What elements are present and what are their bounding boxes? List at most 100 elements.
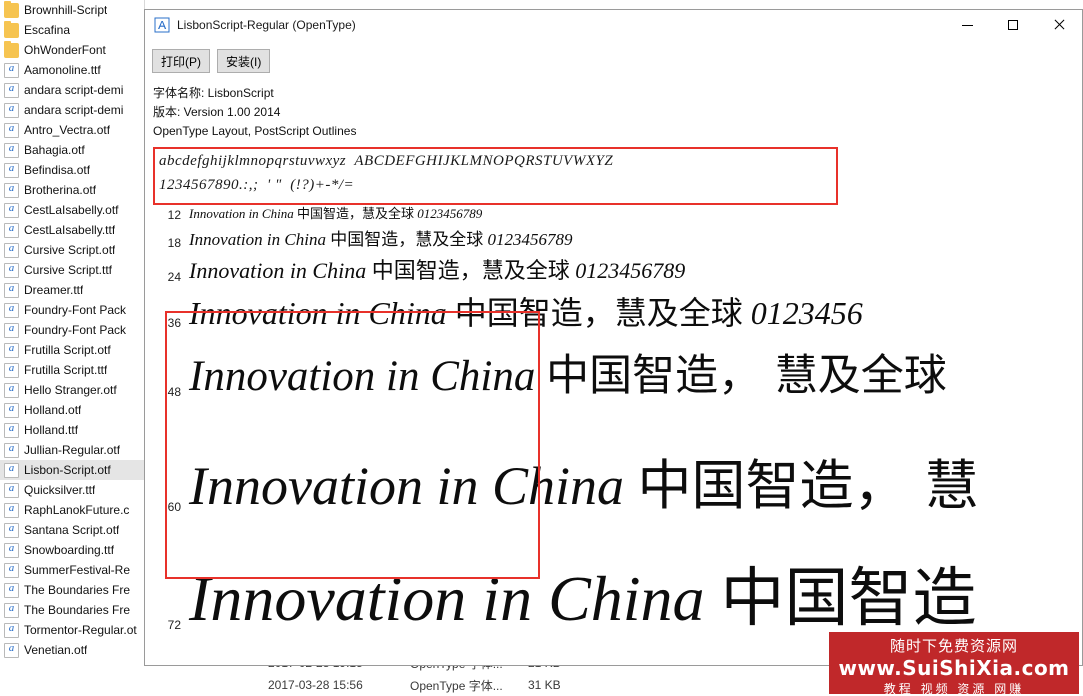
file-list-item[interactable]: The Boundaries Fre <box>0 580 144 600</box>
file-list-item[interactable]: Frutilla Script.otf <box>0 340 144 360</box>
font-sample-digits: 0123456789 <box>575 258 685 283</box>
font-sample-row: 18Innovation in China 中国智造，慧及全球 01234567… <box>145 231 572 249</box>
charset-line-2: 1234567890.:,; ' " (!?)+-*/= <box>159 173 831 198</box>
font-sample-latin: Innovation in China <box>189 206 294 221</box>
file-list-item[interactable]: Aamonoline.ttf <box>0 60 144 80</box>
file-list-item[interactable]: andara script-demi <box>0 100 144 120</box>
file-list-item[interactable]: Bahagia.otf <box>0 140 144 160</box>
watermark-line-1: 随时下免费资源网 <box>829 632 1079 656</box>
font-sample-cjk: 中国智造 <box>721 562 977 636</box>
font-preview-icon <box>154 17 170 33</box>
font-file-icon <box>4 563 19 578</box>
file-list-item-label: Hello Stranger.otf <box>24 383 117 397</box>
file-list-item[interactable]: Brownhill-Script <box>0 0 144 20</box>
charset-line-1: abcdefghijklmnopqrstuvwxyz ABCDEFGHIJKLM… <box>159 149 831 174</box>
maximize-icon[interactable] <box>990 10 1036 40</box>
file-list-item[interactable]: Foundry-Font Pack <box>0 300 144 320</box>
window-controls[interactable] <box>944 10 1082 40</box>
font-sample-latin: Innovation in China <box>189 456 624 516</box>
font-file-icon <box>4 143 19 158</box>
file-list-item-label: CestLaIsabelly.ttf <box>24 223 115 237</box>
font-file-icon <box>4 123 19 138</box>
font-sample-row: 48Innovation in China 中国智造， 慧及全球 <box>145 355 947 398</box>
file-list-item[interactable]: Frutilla Script.ttf <box>0 360 144 380</box>
font-sample-digits: 0123456789 <box>487 230 572 249</box>
font-sample-cjk: 中国智造， 慧及全球 <box>546 351 947 401</box>
file-list-item[interactable]: CestLaIsabelly.ttf <box>0 220 144 240</box>
font-preview-window[interactable]: LisbonScript-Regular (OpenType) 打印(P) 安装… <box>144 9 1083 666</box>
file-list-item-label: Foundry-Font Pack <box>24 303 126 317</box>
file-list-item[interactable]: Escafina <box>0 20 144 40</box>
file-list-item-label: Brotherina.otf <box>24 183 96 197</box>
folder-icon <box>4 43 19 58</box>
window-title: LisbonScript-Regular (OpenType) <box>177 18 356 32</box>
window-title-bar[interactable]: LisbonScript-Regular (OpenType) <box>145 10 1082 41</box>
file-list-item[interactable]: Holland.otf <box>0 400 144 420</box>
file-list-item-label: Jullian-Regular.otf <box>24 443 120 457</box>
font-sample-latin: Innovation in China <box>189 563 705 634</box>
file-list-item[interactable]: Jullian-Regular.otf <box>0 440 144 460</box>
print-button[interactable]: 打印(P) <box>152 49 210 73</box>
font-sample-size-label: 18 <box>145 237 189 249</box>
font-sample-text: Innovation in China 中国智造 <box>189 567 977 631</box>
font-file-icon <box>4 603 19 618</box>
file-list-item[interactable]: Dreamer.ttf <box>0 280 144 300</box>
file-list-item[interactable]: Santana Script.otf <box>0 520 144 540</box>
file-list-item[interactable]: The Boundaries Fre <box>0 600 144 620</box>
folder-icon <box>4 23 19 38</box>
file-list-pane[interactable]: Brownhill-ScriptEscafinaOhWonderFont Aamo… <box>0 0 145 696</box>
font-sample-row: 36Innovation in China 中国智造，慧及全球 0123456 <box>145 297 863 329</box>
install-button[interactable]: 安装(I) <box>217 49 270 73</box>
file-list-item[interactable]: Quicksilver.ttf <box>0 480 144 500</box>
file-list-item[interactable]: Befindisa.otf <box>0 160 144 180</box>
font-sample-text: Innovation in China 中国智造，慧及全球 0123456 <box>189 297 863 329</box>
file-list-item[interactable]: Hello Stranger.otf <box>0 380 144 400</box>
file-list-item[interactable]: Foundry-Font Pack <box>0 320 144 340</box>
file-list-item-label: Antro_Vectra.otf <box>24 123 110 137</box>
font-sample-text: Innovation in China 中国智造， 慧 <box>189 459 979 513</box>
font-file-icon <box>4 463 19 478</box>
font-sample-size-label: 24 <box>145 271 189 283</box>
close-icon[interactable] <box>1036 10 1082 40</box>
font-sample-latin: Innovation in China <box>189 258 366 283</box>
font-sample-latin: Innovation in China <box>189 353 535 400</box>
file-list-item-label: andara script-demi <box>24 103 123 117</box>
file-list-item[interactable]: Holland.ttf <box>0 420 144 440</box>
font-sample-size-label: 12 <box>145 209 189 221</box>
file-list-item-label: Befindisa.otf <box>24 163 90 177</box>
file-list-item[interactable]: OhWonderFont <box>0 40 144 60</box>
file-list-item[interactable]: Cursive Script.ttf <box>0 260 144 280</box>
font-file-icon <box>4 363 19 378</box>
file-list-item[interactable]: Snowboarding.ttf <box>0 540 144 560</box>
file-list-item[interactable]: Lisbon-Script.otf <box>0 460 144 480</box>
file-list-item-label: Aamonoline.ttf <box>24 63 101 77</box>
file-list-item-label: Lisbon-Script.otf <box>24 463 111 477</box>
file-list-item-label: Cursive Script.ttf <box>24 263 112 277</box>
font-version-line: 版本: Version 1.00 2014 <box>153 103 1082 122</box>
file-list-item[interactable]: SummerFestival-Re <box>0 560 144 580</box>
font-name-line: 字体名称: LisbonScript <box>153 84 1082 103</box>
font-file-icon <box>4 323 19 338</box>
file-list-item[interactable]: Cursive Script.otf <box>0 240 144 260</box>
watermark-line-2: www.SuiShiXia.com <box>829 656 1079 680</box>
font-file-icon <box>4 243 19 258</box>
font-outlines-line: OpenType Layout, PostScript Outlines <box>153 122 1082 141</box>
file-list-item[interactable]: Venetian.otf <box>0 640 144 660</box>
minimize-icon[interactable] <box>944 10 990 40</box>
file-list-item-label: Bahagia.otf <box>24 143 85 157</box>
file-list-item[interactable]: Tormentor-Regular.ot <box>0 620 144 640</box>
font-sample-cjk: 中国智造，慧及全球 <box>330 230 483 250</box>
file-list-item-label: Venetian.otf <box>24 643 87 657</box>
font-sample-cjk: 中国智造，慧及全球 <box>455 294 743 332</box>
file-list-item[interactable]: RaphLanokFuture.c <box>0 500 144 520</box>
font-sample-size-label: 60 <box>145 501 189 513</box>
window-toolbar[interactable]: 打印(P) 安装(I) <box>145 41 1082 79</box>
file-list-item[interactable]: Antro_Vectra.otf <box>0 120 144 140</box>
file-list-item[interactable]: andara script-demi <box>0 80 144 100</box>
font-file-icon <box>4 383 19 398</box>
large-samples-highlight-box <box>165 311 540 579</box>
file-list-item[interactable]: Brotherina.otf <box>0 180 144 200</box>
file-list-item-label: Cursive Script.otf <box>24 243 115 257</box>
file-list-item[interactable]: CestLaIsabelly.otf <box>0 200 144 220</box>
folder-icon <box>4 3 19 18</box>
